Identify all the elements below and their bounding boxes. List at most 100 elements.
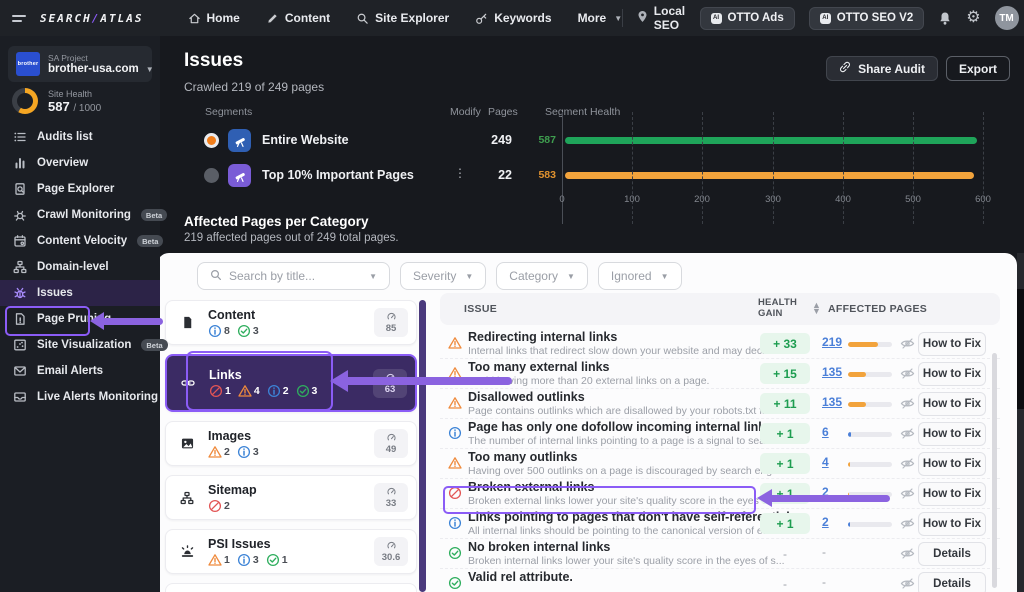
ignore-eye-slash-icon[interactable]: [900, 547, 915, 560]
affected-pages-link[interactable]: 2: [822, 515, 829, 529]
image-icon: [180, 436, 195, 451]
sort-icon[interactable]: ▲▼: [812, 302, 821, 315]
sidebar-item-site-visualization[interactable]: Site VisualizationBeta: [0, 332, 160, 358]
health-gain-badge: + 11: [760, 393, 810, 414]
segment-health-bar: [565, 137, 977, 144]
issue-title[interactable]: Disallowed outlinks: [468, 390, 585, 404]
page-scrollbar[interactable]: [1017, 253, 1024, 592]
doc-icon: [180, 315, 195, 330]
details-button[interactable]: Details: [918, 572, 986, 592]
how-to-fix-button[interactable]: How to Fix: [918, 452, 986, 476]
issue-column-label: ISSUE: [464, 303, 497, 315]
otto-ads-button[interactable]: AI OTTO Ads: [700, 7, 795, 30]
ignore-eye-slash-icon[interactable]: [900, 337, 915, 350]
user-menu[interactable]: TM ▼: [995, 6, 1024, 30]
info-count-badge: 2: [267, 384, 289, 398]
chart-axis-tick: 500: [893, 194, 933, 205]
affected-pages-link[interactable]: 4: [822, 455, 829, 469]
topnav-item-home[interactable]: Home: [188, 11, 240, 25]
topnav-item-content[interactable]: Content: [266, 11, 330, 25]
topnav-item-label: Keywords: [494, 11, 551, 25]
category-name: Sitemap: [208, 483, 374, 497]
share-audit-button[interactable]: Share Audit: [826, 56, 938, 81]
how-to-fix-button[interactable]: How to Fix: [918, 362, 986, 386]
category-card-psi-issues[interactable]: PSI Issues13130.6: [165, 529, 417, 574]
issue-row-redirecting-internal-links: Redirecting internal linksInternal links…: [440, 329, 1000, 359]
sidebar-item-issues[interactable]: Issues: [0, 280, 160, 306]
sidebar-item-page-explorer[interactable]: Page Explorer: [0, 176, 160, 202]
sidebar-item-crawl-monitoring[interactable]: Crawl MonitoringBeta: [0, 202, 160, 228]
inbox-icon: [12, 390, 27, 404]
category-filter[interactable]: Category▼: [496, 262, 588, 290]
how-to-fix-button[interactable]: How to Fix: [918, 482, 986, 506]
affected-pages-bar: [848, 492, 892, 497]
sidebar-item-overview[interactable]: Overview: [0, 150, 160, 176]
otto-seo-v2-button[interactable]: AI OTTO SEO V2: [809, 7, 924, 30]
health-gain-badge: + 1: [760, 453, 810, 474]
affected-pages-link[interactable]: 6: [822, 425, 829, 439]
category-name: Links: [209, 368, 373, 382]
how-to-fix-button[interactable]: How to Fix: [918, 332, 986, 356]
topnav-item-site-explorer[interactable]: Site Explorer: [356, 11, 449, 25]
category-card-partial[interactable]: [165, 583, 417, 592]
category-score: 33: [374, 483, 408, 512]
severity-filter[interactable]: Severity▼: [400, 262, 486, 290]
details-button[interactable]: Details: [918, 542, 986, 566]
issue-title[interactable]: Too many external links: [468, 360, 609, 374]
project-selector[interactable]: brother SA Project brother-usa.com▼: [8, 46, 152, 82]
ignore-eye-slash-icon[interactable]: [900, 427, 915, 440]
ignore-eye-slash-icon[interactable]: [900, 487, 915, 500]
issue-description: Internal links that redirect slow down y…: [468, 345, 786, 357]
ignore-eye-slash-icon[interactable]: [900, 517, 915, 530]
issue-title[interactable]: Valid rel attribute.: [468, 570, 573, 584]
export-button[interactable]: Export: [946, 56, 1010, 81]
sidebar-item-domain-level[interactable]: Domain-level: [0, 254, 160, 280]
topnav-item-more[interactable]: More▼: [578, 11, 623, 25]
category-card-links[interactable]: Links142363: [165, 354, 417, 412]
affected-pages-link[interactable]: 135: [822, 395, 842, 409]
sitemap-icon: [12, 260, 27, 274]
ignore-eye-slash-icon[interactable]: [900, 367, 915, 380]
category-card-content[interactable]: Content8385: [165, 300, 417, 345]
affected-pages-link[interactable]: 135: [822, 365, 842, 379]
sidebar-item-content-velocity[interactable]: Content VelocityBeta: [0, 228, 160, 254]
sidebar-item-live-alerts-monitoring[interactable]: Live Alerts Monitoring: [0, 384, 160, 410]
issue-title[interactable]: Redirecting internal links: [468, 330, 617, 344]
local-seo-nav-item[interactable]: Local SEO: [637, 4, 686, 32]
sidebar-item-audits-list[interactable]: Audits list: [0, 124, 160, 150]
segments-header: Segments Modify Pages Segment Health: [160, 106, 1024, 120]
sidebar-item-label: Email Alerts: [37, 365, 103, 377]
topnav-item-keywords[interactable]: Keywords: [475, 11, 551, 25]
issue-row-too-many-external-links: Too many external linksAvoid having more…: [440, 359, 1000, 389]
chevron-down-icon: ▼: [146, 65, 154, 74]
how-to-fix-button[interactable]: How to Fix: [918, 392, 986, 416]
hamburger-menu-icon[interactable]: [12, 12, 26, 25]
warning-icon: [448, 396, 462, 410]
affected-pages-link[interactable]: 2: [822, 485, 829, 499]
segment-radio[interactable]: [204, 168, 219, 183]
link-icon: [839, 61, 851, 76]
how-to-fix-button[interactable]: How to Fix: [918, 422, 986, 446]
category-card-sitemap[interactable]: Sitemap 2 33: [165, 475, 417, 520]
issue-title[interactable]: Too many outlinks: [468, 450, 578, 464]
sidebar-item-email-alerts[interactable]: Email Alerts: [0, 358, 160, 384]
ignore-eye-slash-icon[interactable]: [900, 397, 915, 410]
segment-radio[interactable]: [204, 133, 219, 148]
notifications-bell-icon[interactable]: [938, 11, 952, 26]
settings-gear-icon[interactable]: ⚙: [966, 10, 980, 26]
ignored-filter[interactable]: Ignored▼: [598, 262, 682, 290]
issue-title[interactable]: Broken external links: [468, 480, 594, 494]
sidebar-item-page-pruning[interactable]: Page Pruning: [0, 306, 160, 332]
critical-count-badge: 2: [208, 499, 230, 513]
issue-title[interactable]: Page has only one dofollow incoming inte…: [468, 420, 765, 434]
category-card-images[interactable]: Images2349: [165, 421, 417, 466]
ignore-eye-slash-icon[interactable]: [900, 457, 915, 470]
how-to-fix-button[interactable]: How to Fix: [918, 512, 986, 536]
category-list-scrollbar[interactable]: [419, 300, 426, 592]
search-by-title-filter[interactable]: Search by title... ▼: [197, 262, 390, 290]
issue-title[interactable]: No broken internal links: [468, 540, 610, 554]
topnav-item-label: More: [578, 11, 607, 25]
ignore-eye-slash-icon[interactable]: [900, 577, 915, 590]
issues-table-scrollbar[interactable]: [992, 353, 997, 588]
affected-pages-link[interactable]: 219: [822, 335, 842, 349]
